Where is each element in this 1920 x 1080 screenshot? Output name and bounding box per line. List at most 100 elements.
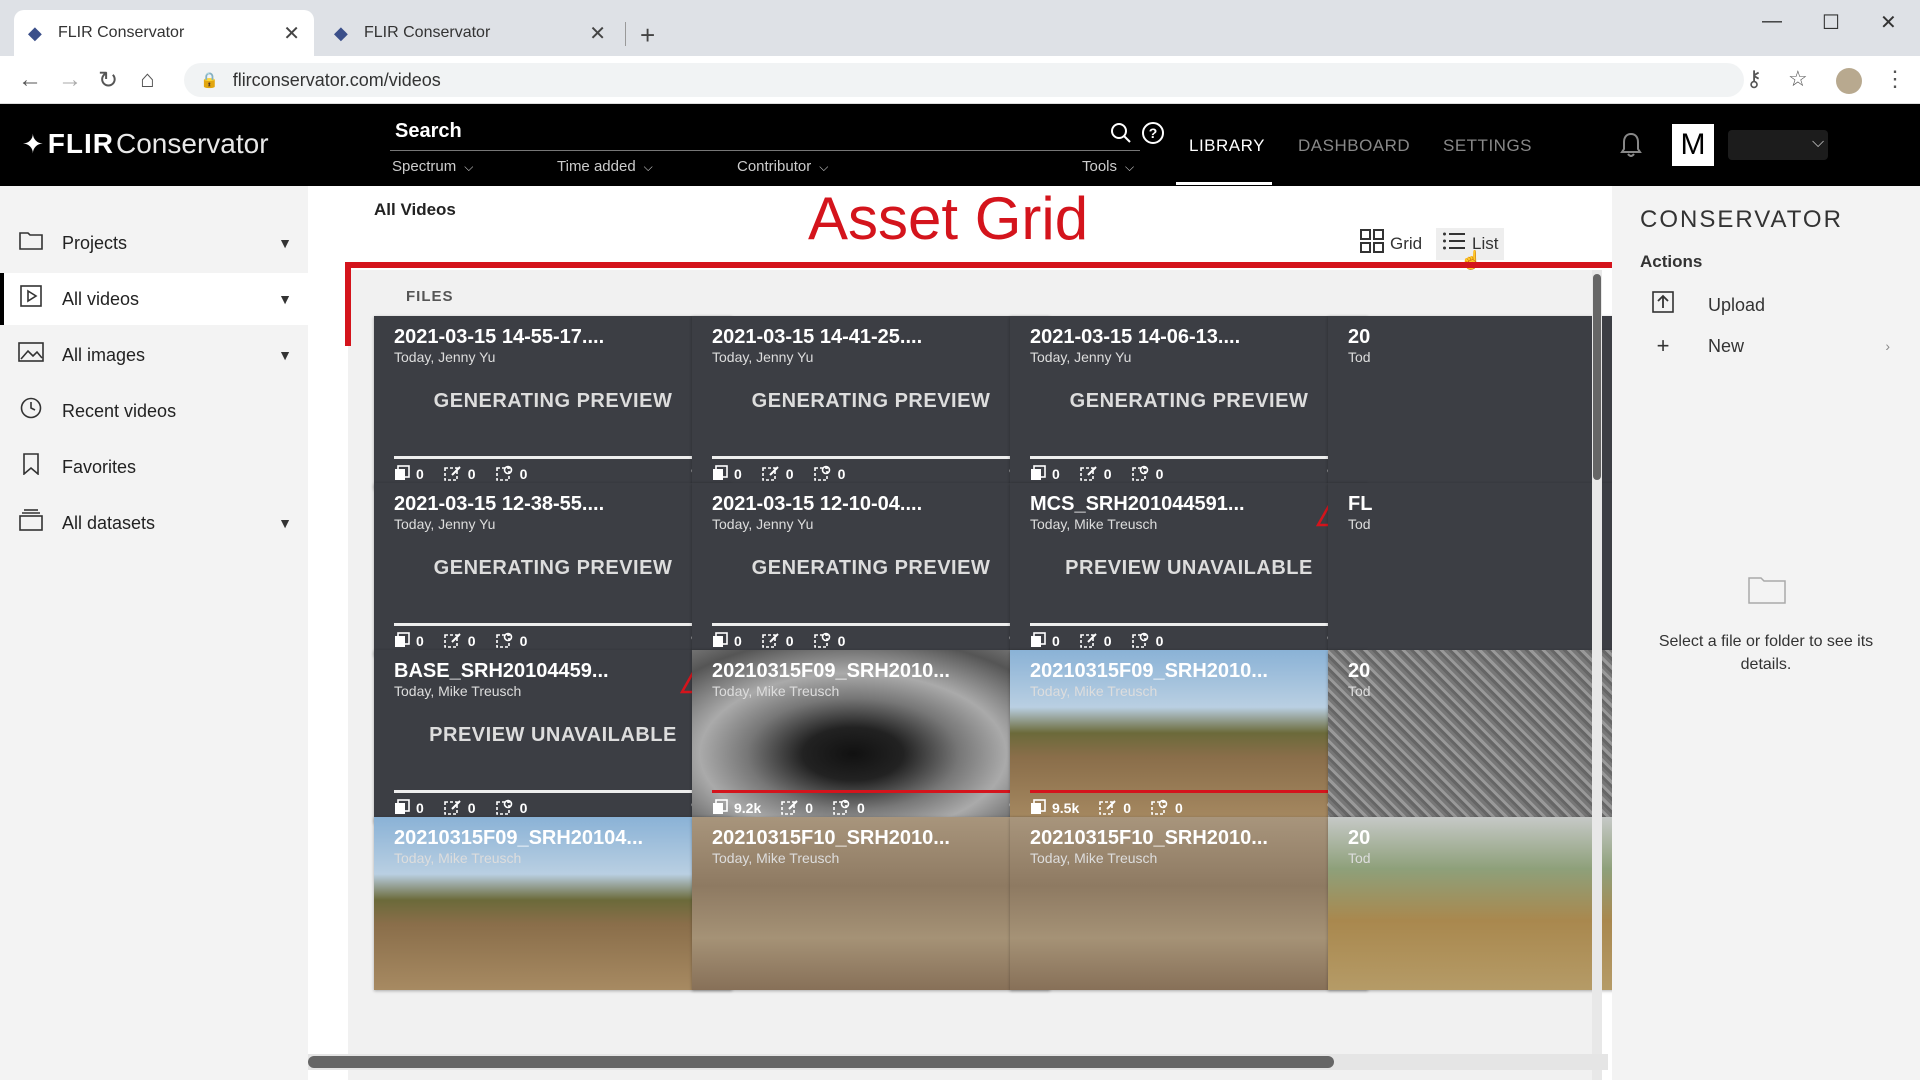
filter-contributor[interactable]: Contributor ⌵ — [737, 158, 828, 175]
asset-card[interactable]: 20210315F09_SRH2010... Today, Mike Treusc… — [1010, 650, 1368, 823]
asset-card[interactable]: 20 Tod — [1328, 817, 1612, 990]
sidebar-item-label: Projects — [62, 232, 128, 253]
browser-profile-avatar[interactable] — [1836, 68, 1862, 94]
asset-card[interactable]: 20210315F10_SRH2010... Today, Mike Treusc… — [1010, 817, 1368, 990]
home-icon[interactable]: ⌂ — [140, 66, 155, 94]
tab-close-icon[interactable]: ✕ — [589, 21, 606, 46]
minimize-icon[interactable]: — — [1762, 10, 1782, 33]
user-avatar[interactable]: M — [1672, 124, 1714, 166]
browser-tab-2[interactable]: ◆ FLIR Conservator ✕ — [320, 10, 620, 56]
card-title: 20210315F09_SRH2010... — [1030, 660, 1268, 682]
caret-down-icon[interactable]: ▼ — [278, 347, 292, 363]
sidebar-item-projects[interactable]: Projects ▼ — [0, 217, 308, 269]
label-icon — [495, 799, 520, 818]
tab-library[interactable]: LIBRARY — [1189, 136, 1265, 156]
sidebar-item-all-images[interactable]: All images ▼ — [0, 329, 308, 381]
sidebar-item-favorites[interactable]: Favorites — [0, 441, 308, 493]
sidebar-item-recent-videos[interactable]: Recent videos — [0, 385, 308, 437]
window-close-icon[interactable]: ✕ — [1880, 10, 1897, 35]
dataset-icon — [18, 509, 44, 537]
sidebar-item-all-videos[interactable]: All videos ▼ — [0, 273, 308, 325]
active-tab-indicator — [1176, 182, 1272, 185]
maximize-icon[interactable]: ☐ — [1822, 10, 1840, 35]
asset-card[interactable]: FL Tod — [1328, 483, 1612, 656]
asset-card[interactable]: 2021-03-15 12-38-55.... Today, Jenny Yu GE… — [374, 483, 732, 656]
search-input[interactable]: Search — [395, 120, 462, 143]
frames-icon — [712, 464, 734, 484]
horizontal-scrollbar-thumb[interactable] — [308, 1056, 1334, 1068]
asset-card[interactable]: 2021-03-15 14-41-25.... Today, Jenny Yu GE… — [692, 316, 1050, 489]
card-title: 2021-03-15 14-41-25.... — [712, 326, 923, 348]
asset-card[interactable]: BASE_SRH20104459... Today, Mike Treusch PR… — [374, 650, 732, 823]
card-status: PREVIEW UNAVAILABLE — [1065, 557, 1313, 579]
back-icon[interactable]: ← — [18, 66, 42, 94]
sidebar-item-label: All datasets — [62, 512, 156, 533]
reload-icon[interactable]: ↻ — [98, 66, 118, 95]
caret-down-icon[interactable]: ▼ — [278, 515, 292, 531]
frames-count: 0 — [712, 631, 742, 651]
search-underline — [390, 150, 1140, 151]
asset-card[interactable]: 20210315F09_SRH2010... Today, Mike Treusc… — [692, 650, 1050, 823]
flir-logo[interactable]: ✦ FLIR Conservator — [22, 128, 269, 160]
new-tab-button[interactable]: + — [640, 20, 655, 51]
bookmark-star-icon[interactable]: ☆ — [1788, 66, 1808, 92]
annotations-value: 0 — [1103, 633, 1112, 649]
frames-value: 0 — [416, 633, 424, 649]
card-subtitle: Today, Mike Treusch — [1030, 516, 1158, 532]
url-field[interactable]: 🔒 flirconservator.com/videos — [184, 63, 1744, 97]
vertical-scrollbar-thumb[interactable] — [1593, 274, 1601, 480]
asset-card[interactable]: 2021-03-15 14-55-17.... Today, Jenny Yu GE… — [374, 316, 732, 489]
card-title: 2021-03-15 12-38-55.... — [394, 493, 605, 515]
new-label: New — [1708, 335, 1745, 356]
frames-icon — [1030, 464, 1052, 484]
browser-menu-icon[interactable]: ⋮ — [1884, 66, 1906, 92]
details-panel: CONSERVATOR Actions Upload + New › Selec… — [1612, 186, 1920, 1080]
annotations-count: 0 — [761, 465, 794, 484]
labels-count: 0 — [813, 465, 845, 484]
asset-card[interactable]: 20 Tod — [1328, 650, 1612, 823]
filter-tools[interactable]: Tools ⌵ — [1082, 158, 1134, 175]
tab-dashboard[interactable]: DASHBOARD — [1298, 136, 1410, 156]
asset-card[interactable]: 2021-03-15 12-10-04.... Today, Jenny Yu GE… — [692, 483, 1050, 656]
asset-card[interactable]: 20 Tod — [1328, 316, 1612, 489]
forward-icon[interactable]: → — [58, 66, 82, 94]
filter-spectrum[interactable]: Spectrum ⌵ — [392, 158, 473, 175]
frames-icon — [712, 798, 734, 818]
frames-icon — [1030, 631, 1052, 651]
asset-card[interactable]: 20210315F09_SRH20104... Today, Mike Treus… — [374, 817, 732, 990]
label-icon — [1131, 465, 1156, 484]
card-status: GENERATING PREVIEW — [1069, 390, 1309, 412]
search-icon[interactable] — [1110, 122, 1132, 150]
labels-value: 0 — [519, 800, 528, 816]
card-title: 20 — [1348, 660, 1371, 682]
frames-count: 0 — [712, 464, 742, 484]
tab-close-icon[interactable]: ✕ — [283, 21, 300, 46]
sidebar-item-all-datasets[interactable]: All datasets ▼ — [0, 497, 308, 549]
card-subtitle: Today, Mike Treusch — [712, 683, 840, 699]
card-title: 2021-03-15 14-55-17.... — [394, 326, 605, 348]
annotations-value: 0 — [1123, 800, 1132, 816]
grid-view-button[interactable]: Grid — [1354, 228, 1428, 260]
caret-down-icon[interactable]: ▼ — [278, 235, 292, 251]
asset-card[interactable]: MCS_SRH201044591... Today, Mike Treusch PR… — [1010, 483, 1368, 656]
key-icon[interactable]: ⚷ — [1746, 66, 1762, 92]
help-icon[interactable]: ? — [1142, 122, 1164, 144]
chevron-down-icon[interactable]: ⌵ — [1812, 134, 1824, 152]
frames-count: 0 — [394, 464, 424, 484]
tab-settings[interactable]: SETTINGS — [1443, 136, 1532, 156]
asset-card[interactable]: 20210315F10_SRH2010... Today, Mike Treusc… — [692, 817, 1050, 990]
caret-down-icon[interactable]: ▼ — [278, 291, 292, 307]
upload-button[interactable]: Upload — [1650, 290, 1890, 320]
bookmark-icon — [18, 453, 44, 481]
new-button[interactable]: + New › — [1650, 331, 1890, 361]
annotations-value: 0 — [785, 633, 794, 649]
annotations-value: 0 — [467, 800, 476, 816]
labels-value: 0 — [837, 633, 846, 649]
browser-tab-1[interactable]: ◆ FLIR Conservator ✕ — [14, 10, 314, 56]
filter-time-added[interactable]: Time added ⌵ — [557, 158, 653, 175]
labels-count: 0 — [833, 799, 865, 818]
bell-icon[interactable] — [1620, 132, 1642, 165]
asset-card[interactable]: 2021-03-15 14-06-13.... Today, Jenny Yu GE… — [1010, 316, 1368, 489]
plus-icon: + — [1656, 333, 1670, 358]
annotations-value: 0 — [467, 633, 476, 649]
